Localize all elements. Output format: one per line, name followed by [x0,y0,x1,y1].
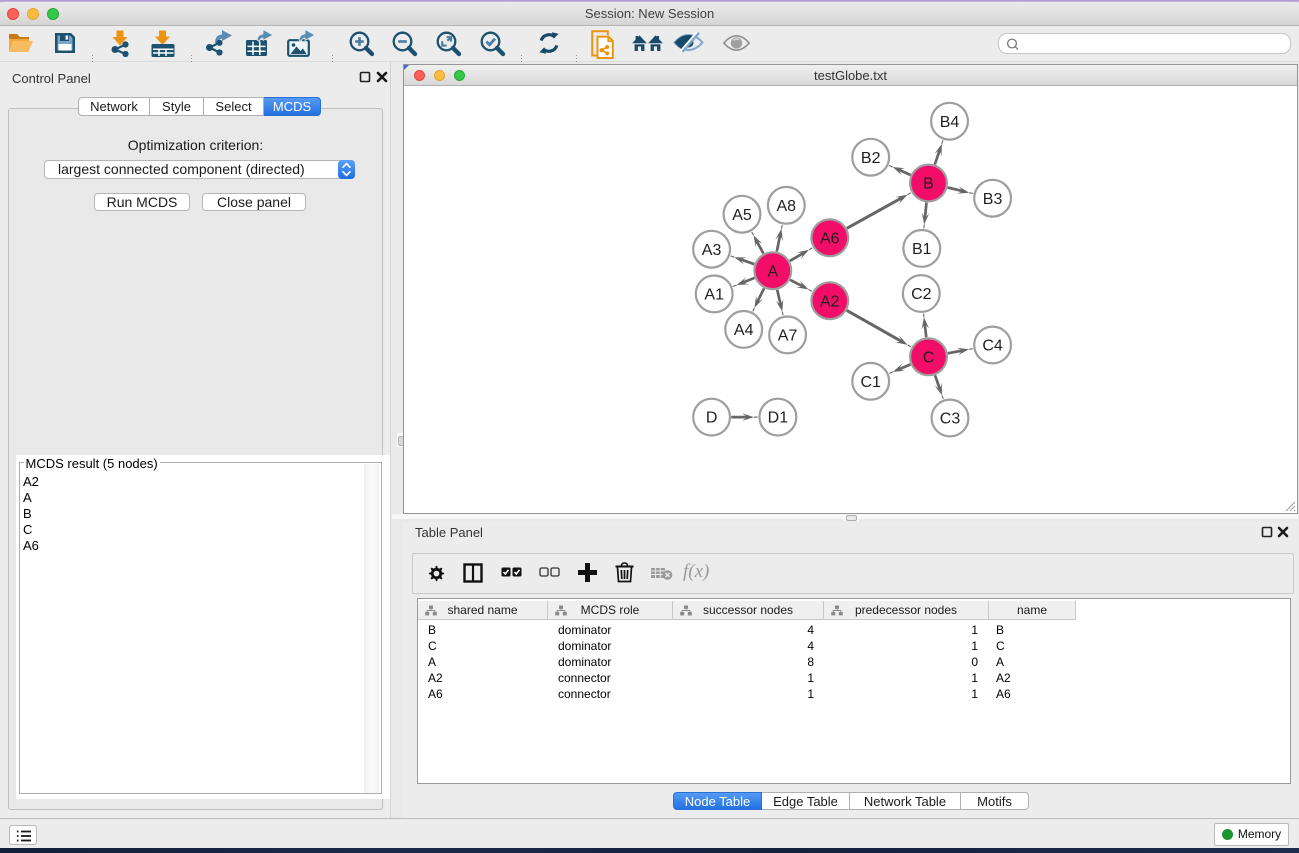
svg-text:C: C [923,349,935,366]
svg-text:B3: B3 [983,191,1003,208]
svg-text:A5: A5 [732,207,752,224]
svg-text:A6: A6 [820,230,840,247]
svg-text:C3: C3 [940,411,961,428]
svg-text:D: D [706,410,718,427]
svg-text:B1: B1 [912,241,932,258]
svg-text:B2: B2 [861,150,881,167]
svg-text:B: B [923,176,934,193]
svg-text:A: A [767,263,778,280]
svg-text:A3: A3 [702,242,722,259]
svg-text:C4: C4 [982,338,1003,355]
svg-text:A1: A1 [704,287,724,304]
svg-text:A2: A2 [820,293,840,310]
svg-text:B4: B4 [940,114,960,131]
svg-text:C2: C2 [911,286,932,303]
svg-text:A8: A8 [777,198,797,215]
svg-text:D1: D1 [768,410,789,427]
svg-text:C1: C1 [860,374,881,391]
svg-text:A7: A7 [778,328,798,345]
svg-text:A4: A4 [734,322,754,339]
